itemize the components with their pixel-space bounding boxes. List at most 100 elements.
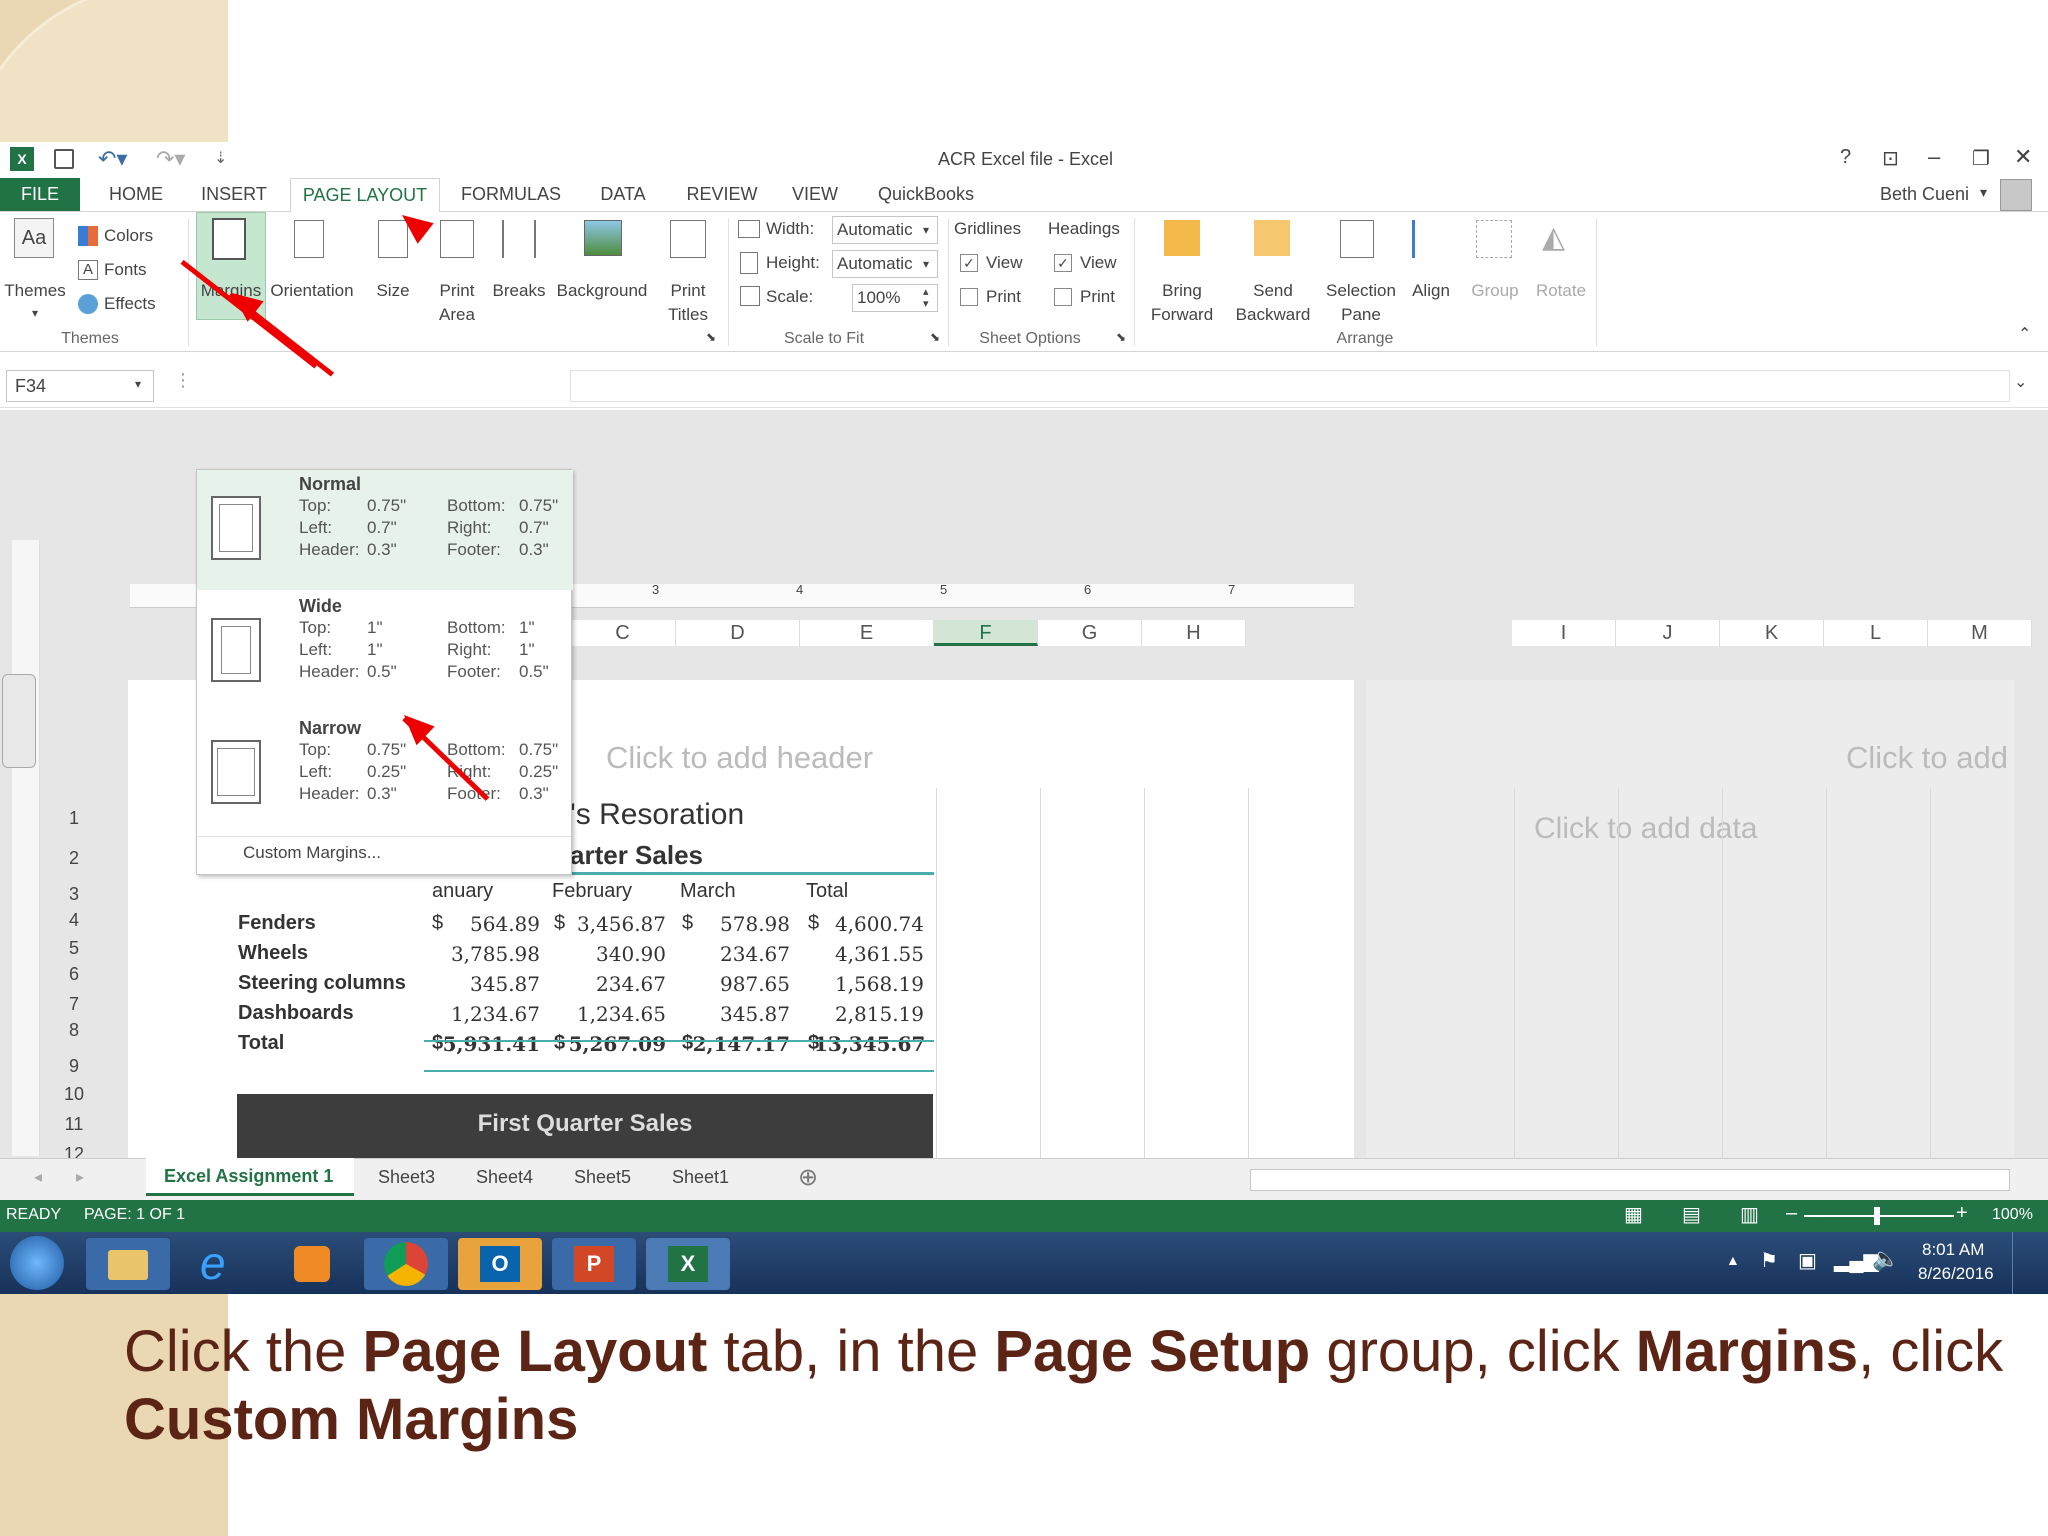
user-name[interactable]: Beth Cueni [1880, 184, 1969, 205]
zoom-level[interactable]: 100% [1992, 1206, 2033, 1224]
column-header[interactable]: D [676, 620, 800, 646]
bring-forward-button-line2[interactable]: Forward [1142, 304, 1222, 326]
table-cell[interactable]: 2,815.19 [814, 1002, 924, 1026]
help-icon[interactable]: ? [1840, 146, 1851, 169]
background-button[interactable]: Background [552, 280, 652, 302]
page-2-header-placeholder[interactable]: Click to add [1846, 740, 2008, 776]
close-icon[interactable]: ✕ [2014, 144, 2032, 170]
row-header[interactable]: 4 [52, 910, 96, 931]
table-cell[interactable]: 4,361.55 [814, 942, 924, 966]
sheet-tab-active[interactable]: Excel Assignment 1 [146, 1158, 354, 1196]
table-header-march[interactable]: March [680, 880, 736, 903]
tab-review[interactable]: REVIEW [680, 178, 764, 211]
table-header-total[interactable]: Total [806, 880, 848, 903]
table-cell[interactable]: 340.90 [556, 942, 666, 966]
effects-button[interactable]: Effects [104, 293, 156, 315]
tab-home[interactable]: HOME [100, 178, 172, 211]
page-setup-launcher-icon[interactable]: ⬊ [706, 330, 716, 344]
volume-icon[interactable]: 🔈 [1872, 1246, 1899, 1272]
scale-launcher-icon[interactable]: ⬊ [930, 330, 940, 344]
themes-button[interactable]: Themes [0, 280, 70, 302]
sheet-options-launcher-icon[interactable]: ⬊ [1116, 330, 1126, 344]
table-cell[interactable]: 578.98 [680, 912, 790, 936]
print-area-button-line2[interactable]: Area [428, 304, 486, 326]
scroll-left-icon[interactable]: ◂ [34, 1167, 42, 1187]
table-cell[interactable]: 2,147.17 [680, 1032, 790, 1056]
themes-icon[interactable]: Aa [14, 218, 54, 258]
restore-icon[interactable]: ❐ [1972, 146, 1990, 171]
row-header[interactable]: 2 [52, 848, 96, 869]
internet-explorer-icon[interactable]: e [180, 1237, 264, 1290]
size-button[interactable]: Size [364, 280, 422, 302]
zoom-in-icon[interactable]: + [1956, 1202, 1968, 1225]
width-select[interactable]: Automatic ▾ [832, 216, 938, 244]
table-cell[interactable]: 564.89 [430, 912, 540, 936]
column-header[interactable]: M [1928, 620, 2032, 646]
start-button-icon[interactable] [10, 1236, 64, 1290]
table-header-january[interactable]: anuary [432, 880, 493, 903]
tab-quickbooks[interactable]: QuickBooks [870, 178, 982, 211]
breaks-button[interactable]: Breaks [490, 280, 548, 302]
column-header[interactable]: H [1142, 620, 1246, 646]
table-row-label[interactable]: Steering columns [238, 972, 406, 995]
chrome-icon[interactable] [364, 1238, 448, 1290]
margin-preset-narrow[interactable]: Narrow Top: 0.75" Left: 0.25" Header: 0.3" Bott… [197, 714, 573, 834]
row-header[interactable]: 3 [52, 884, 96, 905]
table-cell[interactable]: 3,456.87 [556, 912, 666, 936]
outlook-icon[interactable]: O [458, 1238, 542, 1290]
colors-button[interactable]: Colors [104, 225, 153, 247]
column-header[interactable]: C [570, 620, 676, 646]
tab-view[interactable]: VIEW [786, 178, 844, 211]
gridlines-print-checkbox[interactable] [960, 288, 978, 306]
table-cell[interactable]: 5,931.41 [430, 1032, 540, 1056]
tab-data[interactable]: DATA [590, 178, 656, 211]
column-header[interactable]: L [1824, 620, 1928, 646]
selection-pane-button[interactable]: Selection [1316, 280, 1406, 302]
table-header-february[interactable]: February [552, 880, 632, 903]
normal-view-icon[interactable]: ▦ [1624, 1202, 1643, 1227]
file-explorer-icon[interactable] [86, 1238, 170, 1290]
collapse-ribbon-icon[interactable]: ⌃ [2018, 324, 2031, 344]
row-header[interactable]: 10 [52, 1084, 96, 1105]
custom-margins-item[interactable]: Custom Margins... [197, 836, 571, 872]
table-cell[interactable]: 234.67 [680, 942, 790, 966]
height-select[interactable]: Automatic ▾ [832, 250, 938, 278]
row-header[interactable]: 6 [52, 964, 96, 985]
sheet-tab[interactable]: Sheet5 [574, 1167, 631, 1188]
sheet-tab[interactable]: Sheet1 [672, 1167, 729, 1188]
table-cell[interactable]: 13,345.67 [814, 1032, 925, 1056]
name-box[interactable]: F34 ▾ [6, 370, 154, 402]
row-header[interactable]: 1 [52, 808, 96, 829]
rotate-button[interactable]: Rotate [1530, 280, 1592, 302]
table-cell[interactable]: 3,785.98 [430, 942, 540, 966]
minimize-icon[interactable]: – [1928, 144, 1940, 170]
table-cell[interactable]: 345.87 [430, 972, 540, 996]
table-cell[interactable]: 4,600.74 [814, 912, 924, 936]
formula-input[interactable] [570, 370, 2010, 402]
column-header-selected[interactable]: F [934, 620, 1038, 646]
scale-spinner[interactable]: 100% ▴ ▾ [852, 284, 938, 312]
user-dropdown-icon[interactable]: ▾ [1980, 184, 1987, 201]
headings-print-checkbox[interactable] [1054, 288, 1072, 306]
row-header[interactable]: 8 [52, 1020, 96, 1041]
align-button[interactable]: Align [1406, 280, 1456, 302]
redo-icon[interactable]: ↷▾ [156, 146, 185, 172]
clock-time[interactable]: 8:01 AM [1922, 1240, 1984, 1260]
show-hidden-icons-icon[interactable]: ▲ [1726, 1252, 1740, 1268]
page-2-data-placeholder[interactable]: Click to add data [1534, 812, 1757, 846]
tab-formulas[interactable]: FORMULAS [458, 178, 564, 211]
send-backward-button[interactable]: Send [1228, 280, 1318, 302]
zoom-out-icon[interactable]: – [1786, 1202, 1797, 1225]
media-player-icon[interactable] [270, 1238, 354, 1290]
tab-page-layout[interactable]: PAGE LAYOUT [290, 178, 440, 213]
scroll-right-icon[interactable]: ▸ [76, 1167, 84, 1187]
group-button[interactable]: Group [1464, 280, 1526, 302]
expand-formula-icon[interactable]: ⌄ [2014, 372, 2027, 392]
gridlines-view-checkbox[interactable]: ✓ [960, 254, 978, 272]
column-header[interactable]: G [1038, 620, 1142, 646]
table-cell[interactable]: 345.87 [680, 1002, 790, 1026]
column-header[interactable]: I [1512, 620, 1616, 646]
sheet-title[interactable]: 's Resoration [570, 798, 744, 832]
undo-icon[interactable]: ↶▾ [98, 146, 127, 172]
add-sheet-icon[interactable]: ⊕ [798, 1163, 818, 1192]
